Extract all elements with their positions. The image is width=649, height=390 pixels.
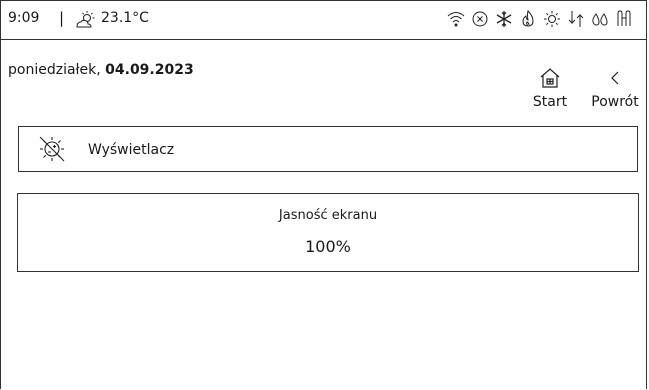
display-brightness-icon <box>39 136 65 162</box>
section-display[interactable]: Wyświetlacz <box>18 126 638 172</box>
drops-icon <box>592 13 608 26</box>
brightness-title: Jasność ekranu <box>278 208 378 223</box>
clock: 9:09 <box>8 10 40 26</box>
snowflake-icon <box>496 11 512 27</box>
partly-sunny-icon <box>76 11 95 28</box>
back-label: Powrót <box>591 94 639 110</box>
arrows-icon <box>568 11 584 27</box>
sun-gear-icon <box>544 11 560 27</box>
temperature: 23.1°C <box>101 10 149 26</box>
date: 04.09.2023 <box>105 62 194 78</box>
start-label: Start <box>532 94 568 110</box>
back-button[interactable]: Powrót <box>586 66 644 110</box>
chevron-left-icon <box>611 71 619 85</box>
flame-icon <box>522 10 534 27</box>
error-circle-icon <box>472 11 488 27</box>
brightness-setting[interactable]: Jasność ekranu 100% <box>17 193 639 272</box>
start-button[interactable]: Start <box>530 66 570 110</box>
date-line: poniedziałek, 04.09.2023 <box>8 62 194 78</box>
home-icon <box>540 68 560 88</box>
section-label: Wyświetlacz <box>88 142 175 158</box>
weekday: poniedziałek, <box>8 62 101 78</box>
status-separator: | <box>59 9 65 27</box>
wifi-icon <box>447 12 465 27</box>
brightness-value: 100% <box>305 237 351 256</box>
thermometer-icon <box>617 10 631 26</box>
status-bar: 9:09 | 23.1°C <box>0 0 647 40</box>
status-icons <box>447 9 633 29</box>
